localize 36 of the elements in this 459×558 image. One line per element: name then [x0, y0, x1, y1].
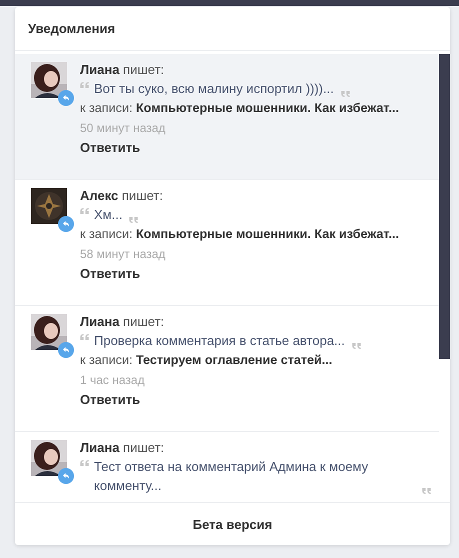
close-quote-icon	[340, 91, 350, 97]
panel-title: Уведомления	[28, 21, 116, 36]
beta-version-link[interactable]: Бета версия	[192, 516, 272, 532]
open-quote-icon	[80, 82, 89, 88]
notification-item[interactable]: Лиана пишет: Проверка комментария в статье автора... к записи: Тестируем оглавление статей... 1 час назад Ответить	[15, 306, 439, 432]
open-quote-icon	[80, 208, 89, 214]
comment-quote: Вот ты суко, всю малину испортил ))))...	[94, 80, 334, 98]
comment-quote: Проверка комментария в статье автора...	[94, 332, 345, 350]
reply-icon	[58, 342, 74, 358]
close-quote-icon	[129, 217, 138, 223]
notification-item[interactable]: Алекс пишет: Хм... к записи: Компьютерные мошенники. Как избежат... 58 минут назад Ответить	[15, 180, 439, 306]
scrollbar-thumb[interactable]	[439, 54, 450, 359]
time-text: 58 минут назад	[80, 247, 166, 261]
reply-link[interactable]: Ответить	[80, 266, 140, 281]
notification-item[interactable]: Лиана пишет: Вот ты суко, всю малину испортил ))))... к записи: Компьютерные мошенники. Как избежат... 50 минут назад Ответить	[15, 54, 439, 180]
record-text: к записи: Тестируем оглавление статей...	[80, 353, 332, 367]
author-text: Лиана пишет:	[80, 62, 164, 77]
author-text: Лиана пишет:	[80, 314, 164, 329]
author-text: Лиана пишет:	[80, 440, 164, 455]
record-text: к записи: Компьютерные мошенники. Как избежат...	[80, 227, 399, 241]
open-quote-icon	[80, 460, 89, 466]
close-quote-icon	[422, 488, 431, 494]
reply-link[interactable]: Ответить	[80, 392, 140, 407]
record-text: к записи: Компьютерные мошенники. Как избежат...	[80, 101, 399, 115]
comment-quote: Хм...	[94, 206, 122, 224]
comment-quote: Тест ответа на комментарий Админа к моему комменту...	[94, 458, 370, 495]
close-quote-icon	[352, 343, 361, 349]
reply-icon	[58, 216, 74, 232]
reply-link[interactable]: Ответить	[80, 140, 140, 155]
time-text: 1 час назад	[80, 373, 145, 387]
time-text: 50 минут назад	[80, 121, 166, 135]
open-quote-icon	[80, 334, 89, 340]
reply-icon	[58, 90, 74, 106]
notification-item[interactable]: Лиана пишет: Тест ответа на комментарий Админа к моему комменту...	[15, 432, 439, 502]
reply-icon	[58, 468, 74, 484]
author-text: Алекс пишет:	[80, 188, 163, 203]
